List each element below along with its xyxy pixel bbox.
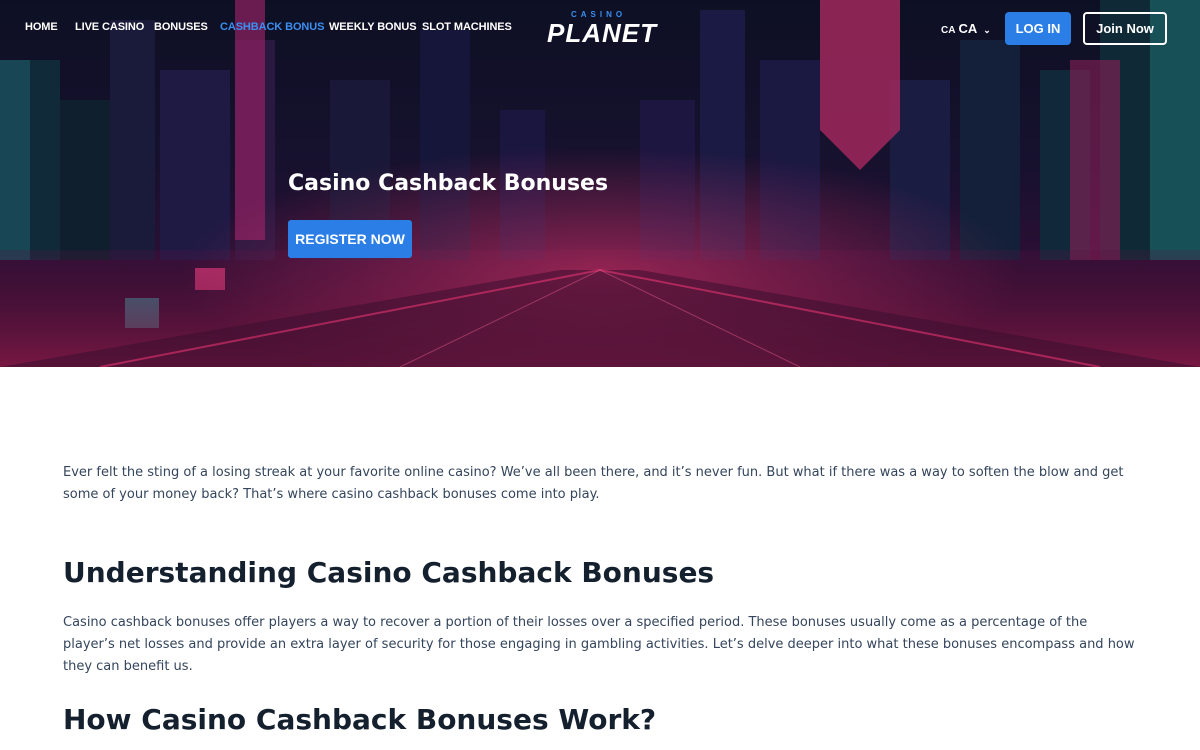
hero-banner: HOME LIVE CASINO BONUSES CASHBACK BONUS …	[0, 0, 1200, 367]
join-now-button[interactable]: Join Now	[1083, 12, 1167, 45]
section-heading-understanding: Understanding Casino Cashback Bonuses	[63, 556, 715, 589]
language-code: CA	[958, 21, 978, 36]
nav-item-home[interactable]: HOME	[25, 21, 58, 33]
language-selector[interactable]: CA CA ⌄	[941, 20, 991, 38]
nav-item-live-casino[interactable]: LIVE CASINO	[75, 21, 144, 33]
nav-item-weekly-bonus[interactable]: WEEKLY BONUS	[329, 21, 417, 33]
nav-item-slot-machines[interactable]: SLOT MACHINES	[422, 21, 512, 33]
register-now-button[interactable]: REGISTER NOW	[288, 220, 412, 258]
logo-main-text: PLANET	[547, 18, 657, 48]
section-heading-how-it-works: How Casino Cashback Bonuses Work?	[63, 703, 657, 736]
hero-title: Casino Cashback Bonuses	[288, 171, 609, 196]
casino-planet-logo[interactable]: CASINO PLANET	[547, 10, 657, 48]
nav-item-cashback-bonus[interactable]: CASHBACK BONUS	[220, 21, 324, 33]
chevron-down-icon: ⌄	[983, 25, 991, 35]
nav-item-bonuses[interactable]: BONUSES	[154, 21, 208, 33]
intro-paragraph: Ever felt the sting of a losing streak a…	[63, 465, 1124, 502]
section-paragraph-understanding: Casino cashback bonuses offer players a …	[63, 615, 1135, 674]
canada-flag-icon: CA	[941, 25, 956, 36]
top-navigation: HOME LIVE CASINO BONUSES CASHBACK BONUS …	[0, 0, 1200, 58]
login-button[interactable]: LOG IN	[1005, 12, 1071, 45]
